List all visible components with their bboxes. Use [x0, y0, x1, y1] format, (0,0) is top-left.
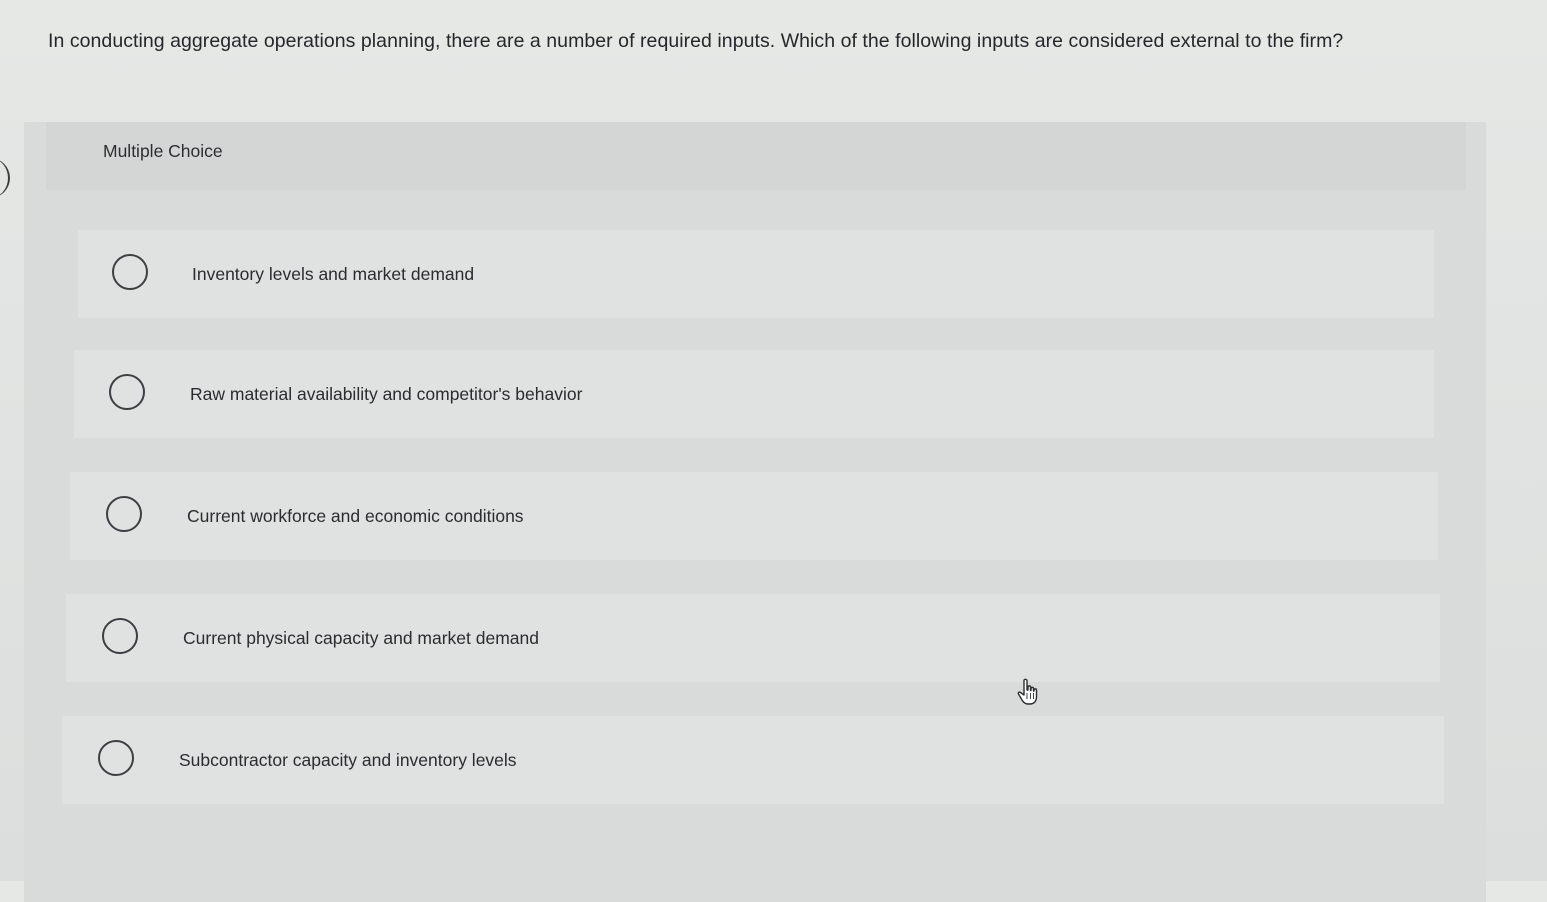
answer-option-label: Inventory levels and market demand [192, 264, 475, 284]
answer-option-2[interactable]: Raw material availability and competitor… [74, 350, 1434, 438]
question-type-label: Multiple Choice [103, 141, 223, 161]
answer-option-5[interactable]: Subcontractor capacity and inventory lev… [62, 716, 1444, 804]
answer-option-label: Current physical capacity and market dem… [183, 628, 540, 648]
radio-button-icon[interactable] [106, 496, 142, 532]
radio-button-icon[interactable] [102, 618, 138, 654]
panel-header: Multiple Choice [46, 122, 1466, 190]
radio-button-icon[interactable] [98, 740, 134, 776]
answer-option-label: Current workforce and economic condition… [187, 506, 524, 526]
answer-option-3[interactable]: Current workforce and economic condition… [70, 472, 1438, 560]
answer-option-label: Raw material availability and competitor… [190, 384, 583, 404]
radio-button-icon[interactable] [112, 254, 148, 290]
answer-option-label: Subcontractor capacity and inventory lev… [179, 750, 517, 770]
hand-pointer-icon [1017, 678, 1038, 705]
answer-option-1[interactable]: Inventory levels and market demand [78, 230, 1434, 318]
question-text: In conducting aggregate operations plann… [48, 30, 1344, 52]
edge-bracket [0, 158, 10, 198]
radio-button-icon[interactable] [109, 374, 145, 410]
answer-option-4[interactable]: Current physical capacity and market dem… [66, 594, 1440, 682]
